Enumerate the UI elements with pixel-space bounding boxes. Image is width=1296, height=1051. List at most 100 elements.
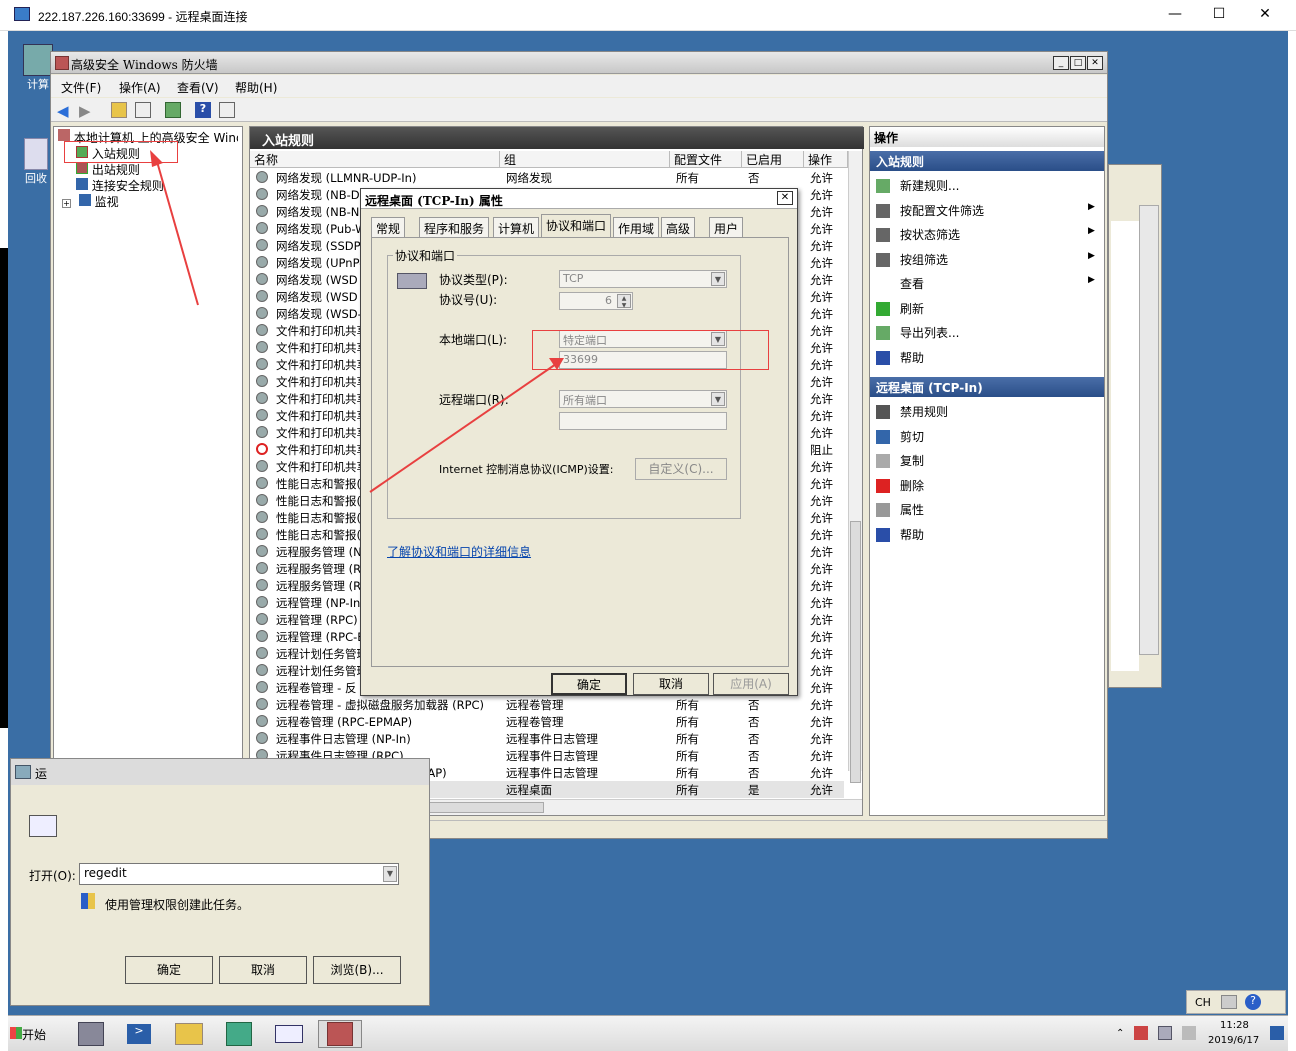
rdp-close-button[interactable]: ✕ <box>1253 6 1277 22</box>
action-refresh[interactable]: 刷新 <box>900 300 924 317</box>
run-cancel-button[interactable]: 取消 <box>219 956 307 984</box>
back-arrow-icon[interactable]: ◀ <box>57 102 73 120</box>
action-new-rule[interactable]: 新建规则... <box>900 177 959 194</box>
tree-outbound-rules[interactable]: 出站规则 <box>76 161 140 178</box>
background-window-scrollbar[interactable] <box>1139 205 1159 655</box>
start-button[interactable]: 开始 <box>10 1020 58 1048</box>
rule-action: 允许 <box>810 171 833 185</box>
rules-vertical-scrollbar[interactable] <box>848 151 862 783</box>
help-circle-icon[interactable]: ? <box>1245 994 1261 1010</box>
column-header-name[interactable]: 名称 <box>250 151 500 168</box>
tab-general[interactable]: 常规 <box>371 217 406 237</box>
tab-users[interactable]: 用户 <box>709 217 744 237</box>
tab-computers[interactable]: 计算机 <box>493 217 540 237</box>
table-row[interactable]: 网络发现 (LLMNR-UDP-In) 网络发现 所有 否 允许 <box>254 169 844 186</box>
action-delete[interactable]: 删除 <box>900 477 924 494</box>
action-copy[interactable]: 复制 <box>900 452 924 469</box>
column-header-profile[interactable]: 配置文件 <box>670 151 742 168</box>
column-header-action[interactable]: 操作 <box>804 151 848 168</box>
remote-port-select[interactable]: 所有端口 ▼ <box>559 390 727 408</box>
dialog-close-button[interactable]: ✕ <box>777 191 793 205</box>
actions-section-rule[interactable]: 远程桌面 (TCP-In) <box>870 377 1104 397</box>
tray-network-icon[interactable] <box>1158 1026 1172 1040</box>
action-view[interactable]: 查看 <box>900 275 924 292</box>
action-properties[interactable]: 属性 <box>900 501 924 518</box>
table-row[interactable]: 远程卷管理 (RPC-EPMAP) 远程卷管理 所有 否 允许 <box>254 713 844 730</box>
dialog-cancel-button[interactable]: 取消 <box>633 673 709 695</box>
dialog-ok-button[interactable]: 确定 <box>551 673 627 695</box>
action-disable-rule[interactable]: 禁用规则 <box>900 403 948 420</box>
action-filter-group[interactable]: 按组筛选 <box>900 251 948 268</box>
taskbar-run[interactable] <box>268 1020 310 1048</box>
rule-name: 网络发现 (WSD-In <box>276 307 373 321</box>
tray-expand-icon[interactable]: ⌃ <box>1116 1028 1124 1039</box>
menu-view[interactable]: 查看(V) <box>177 79 219 96</box>
export-icon[interactable] <box>165 102 181 118</box>
language-indicator[interactable]: CH <box>1195 996 1211 1009</box>
expand-plus-icon[interactable]: + <box>62 199 71 208</box>
delete-icon <box>876 478 890 493</box>
filter-state-icon <box>876 228 890 242</box>
action-filter-state[interactable]: 按状态筛选 <box>900 226 960 243</box>
rules-scroll-thumb[interactable] <box>850 521 861 783</box>
column-header-enabled[interactable]: 已启用 <box>742 151 804 168</box>
action-help[interactable]: 帮助 <box>900 526 924 543</box>
table-row[interactable]: 远程卷管理 - 虚拟磁盘服务加载器 (RPC) 远程卷管理 所有 否 允许 <box>254 696 844 713</box>
protocol-type-value: TCP <box>563 272 584 285</box>
help-icon[interactable]: ? <box>195 102 211 118</box>
tab-protocols-ports[interactable]: 协议和端口 <box>541 214 612 238</box>
remote-port-input[interactable] <box>559 412 727 430</box>
tree-monitor[interactable]: + 监视 <box>62 193 119 210</box>
taskbar-network[interactable] <box>218 1020 260 1048</box>
allow-rule-icon <box>256 528 268 540</box>
firewall-minimize-button[interactable]: _ <box>1053 56 1069 70</box>
protocol-number-spinner[interactable]: 6 ▲ ▼ <box>559 292 633 310</box>
chevron-down-icon[interactable]: ▼ <box>383 866 397 882</box>
show-action-pane-icon[interactable] <box>219 102 235 118</box>
outbound-rules-icon <box>76 162 88 174</box>
rule-action: 允许 <box>810 511 833 525</box>
allow-rule-icon <box>256 273 268 285</box>
forward-arrow-icon[interactable]: ▶ <box>79 102 95 120</box>
actions-section-inbound[interactable]: 入站规则 <box>870 151 1104 171</box>
action-help[interactable]: 帮助 <box>900 349 924 366</box>
run-ok-button[interactable]: 确定 <box>125 956 213 984</box>
taskbar-explorer[interactable] <box>168 1020 210 1048</box>
taskbar-server-manager[interactable] <box>70 1020 112 1048</box>
rule-action: 允许 <box>810 290 833 304</box>
tab-scope[interactable]: 作用域 <box>613 217 660 237</box>
rdp-maximize-button[interactable]: ☐ <box>1207 6 1231 22</box>
keyboard-icon[interactable] <box>1221 995 1237 1009</box>
menu-help[interactable]: 帮助(H) <box>235 79 277 96</box>
action-filter-profile[interactable]: 按配置文件筛选 <box>900 202 984 219</box>
run-icon <box>15 765 31 779</box>
tab-programs-services[interactable]: 程序和服务 <box>419 217 490 237</box>
up-folder-icon[interactable] <box>111 102 127 118</box>
dialog-apply-button[interactable]: 应用(A) <box>713 673 789 695</box>
tree-connection-security[interactable]: 连接安全规则 <box>76 177 164 194</box>
firewall-close-button[interactable]: ✕ <box>1087 56 1103 70</box>
column-header-group[interactable]: 组 <box>500 151 670 168</box>
clock-time[interactable]: 11:28 <box>1220 1020 1249 1031</box>
menu-file[interactable]: 文件(F) <box>61 79 101 96</box>
action-cut[interactable]: 剪切 <box>900 428 924 445</box>
tray-action-center-icon[interactable] <box>1134 1026 1148 1040</box>
run-browse-button[interactable]: 浏览(B)... <box>313 956 401 984</box>
protocol-type-select[interactable]: TCP ▼ <box>559 270 727 288</box>
learn-more-link[interactable]: 了解协议和端口的详细信息 <box>387 543 531 560</box>
table-row[interactable]: 远程事件日志管理 (NP-In) 远程事件日志管理 所有 否 允许 <box>254 730 844 747</box>
icmp-customize-button[interactable]: 自定义(C)... <box>635 458 727 480</box>
action-export-list[interactable]: 导出列表... <box>900 324 959 341</box>
firewall-maximize-button[interactable]: □ <box>1070 56 1086 70</box>
show-hide-tree-icon[interactable] <box>135 102 151 118</box>
taskbar-powershell[interactable]: > <box>118 1020 160 1048</box>
menu-action[interactable]: 操作(A) <box>119 79 161 96</box>
tray-volume-icon[interactable] <box>1182 1026 1196 1040</box>
refresh-icon <box>876 301 890 316</box>
rdp-minimize-button[interactable]: — <box>1163 6 1187 22</box>
run-open-input[interactable]: regedit ▼ <box>79 863 399 885</box>
show-desktop-icon[interactable] <box>1270 1026 1284 1040</box>
clock-date[interactable]: 2019/6/17 <box>1208 1035 1259 1046</box>
tab-advanced[interactable]: 高级 <box>661 217 696 237</box>
taskbar-firewall[interactable] <box>318 1020 362 1048</box>
